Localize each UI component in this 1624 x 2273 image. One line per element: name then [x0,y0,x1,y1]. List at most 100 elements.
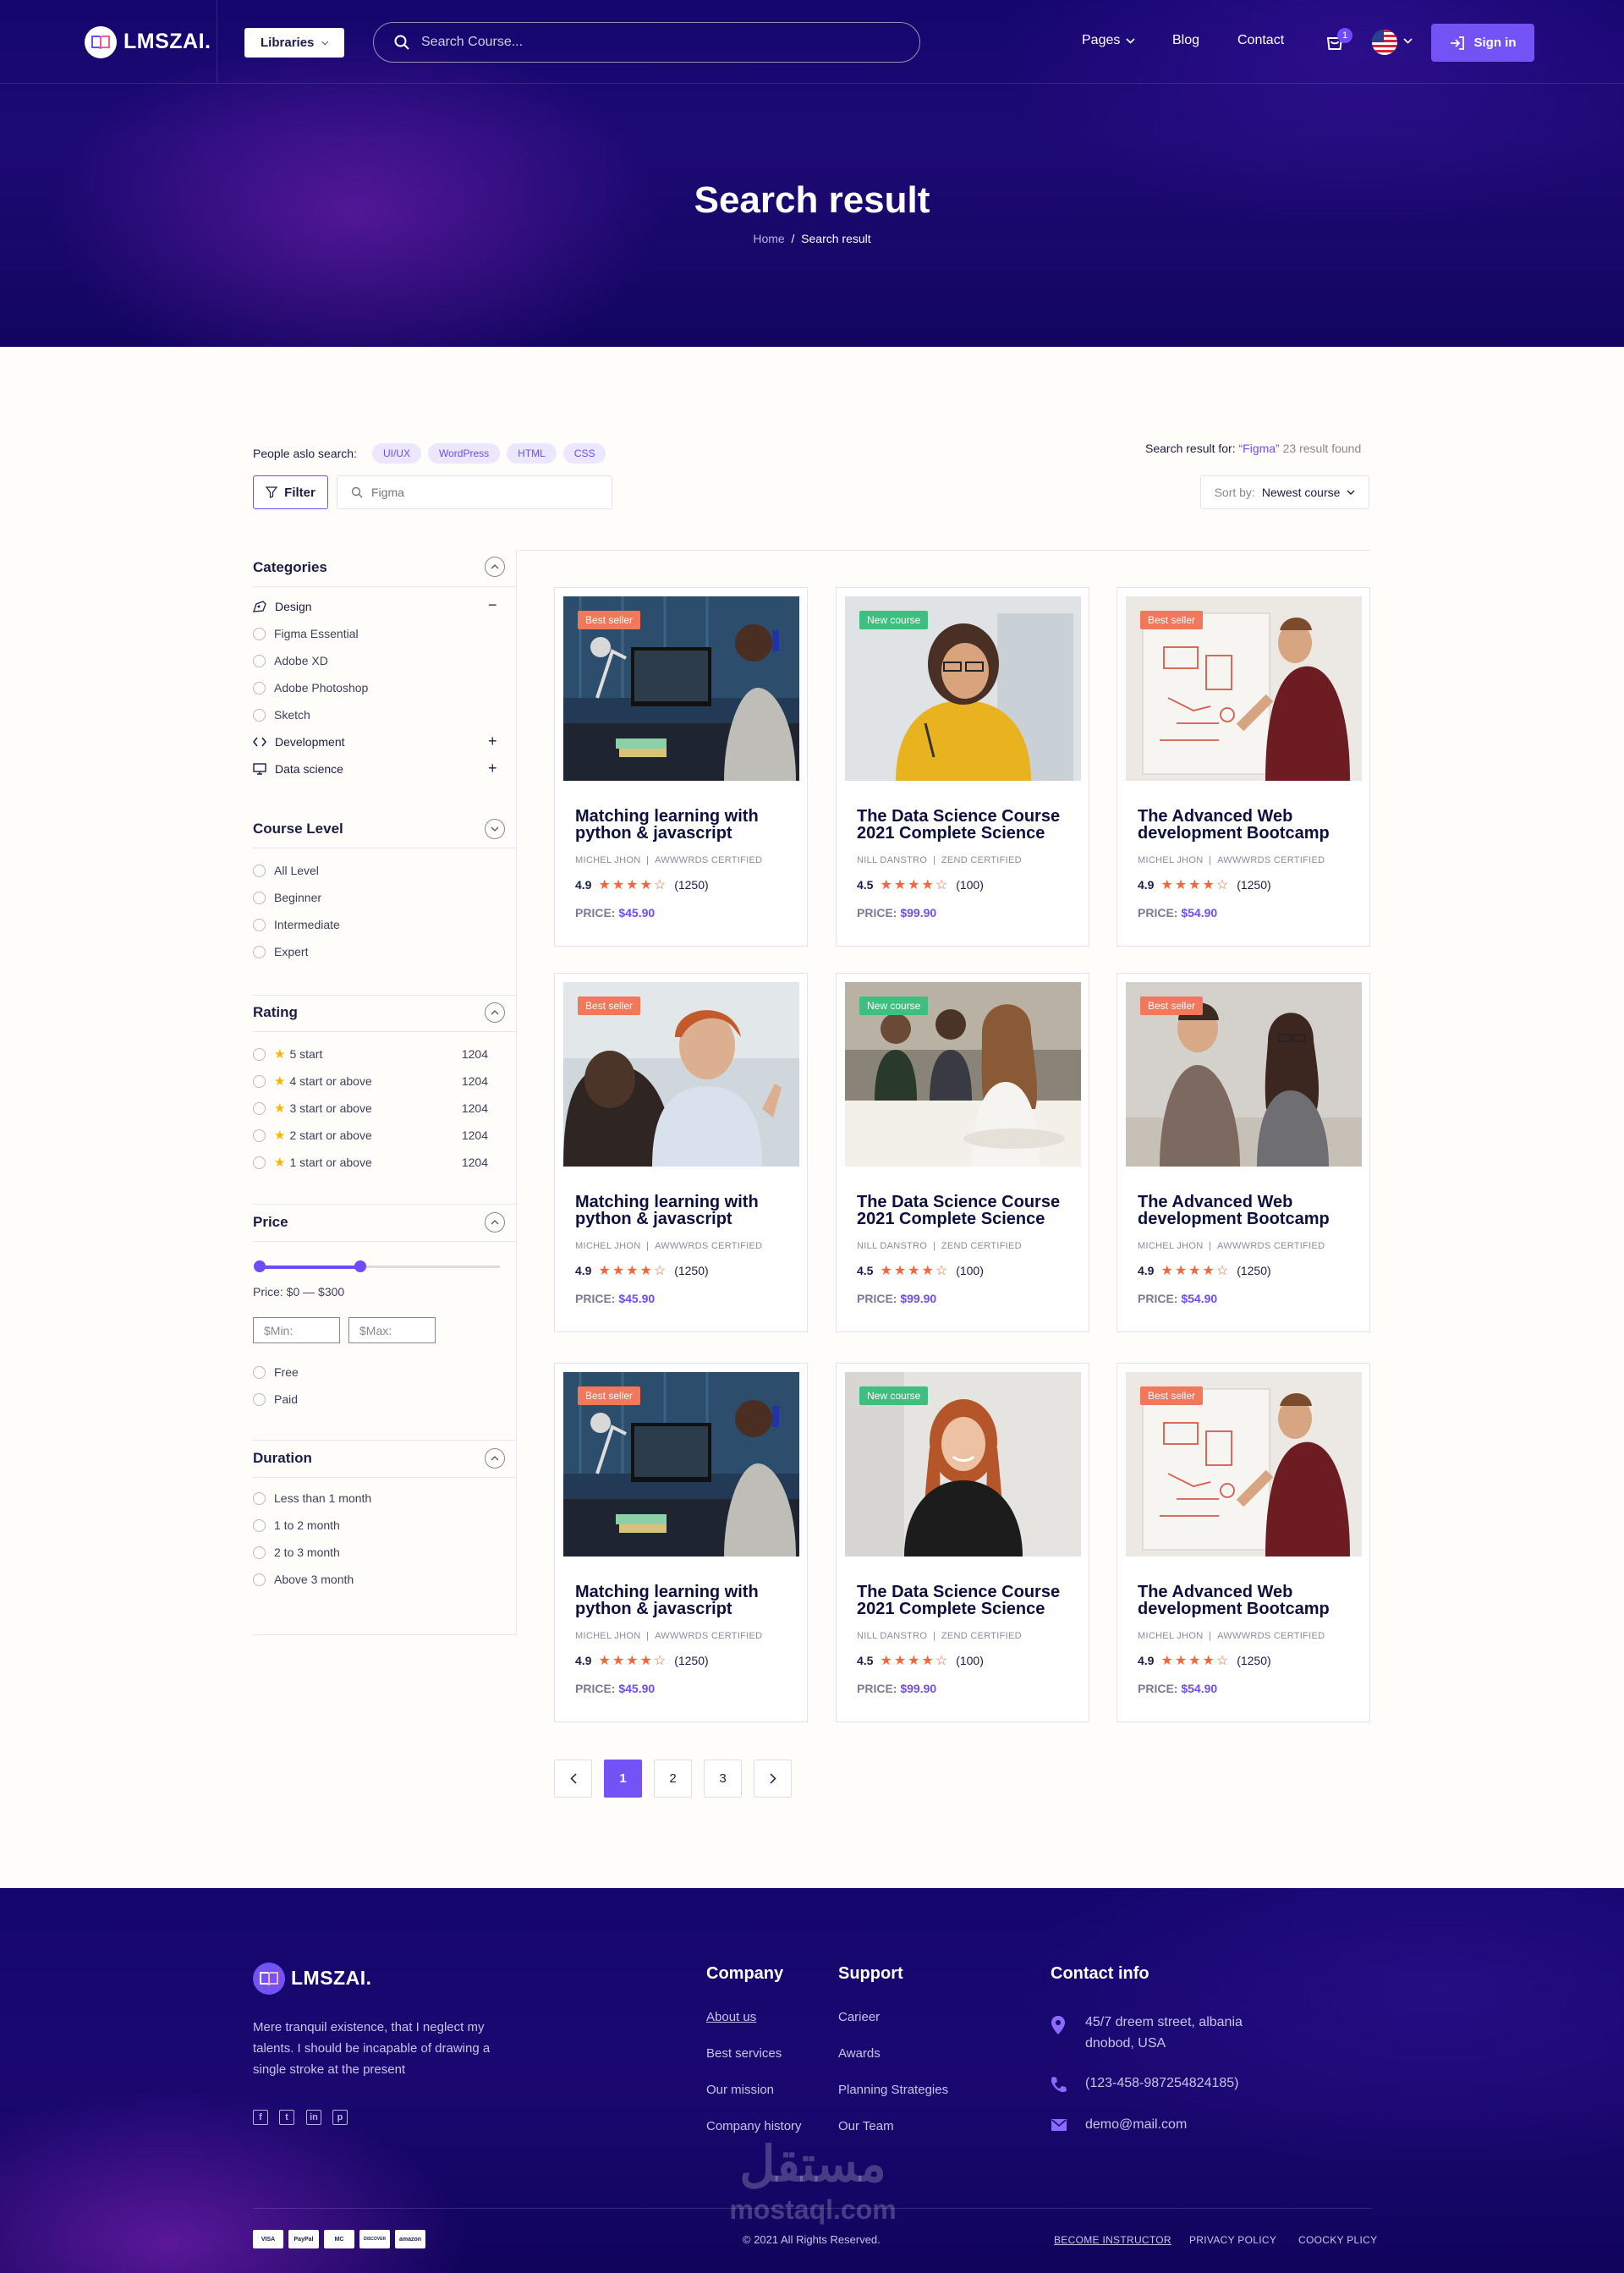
rating-option[interactable]: ★ 5 start 1204 [253,1046,507,1062]
footer-link[interactable]: Company history [706,2119,802,2133]
radio-button[interactable] [253,891,266,904]
course-title[interactable]: The Advanced Web development Bootcamp [1138,808,1358,842]
footer-link[interactable]: Best services [706,2046,782,2061]
radio-button[interactable] [253,1392,266,1406]
filter-button[interactable]: Filter [253,475,328,509]
plus-icon[interactable]: + [488,733,497,750]
radio-button[interactable] [253,681,266,695]
collapse-toggle-icon[interactable] [485,1448,505,1469]
collapse-toggle-icon[interactable] [485,819,505,839]
collapse-toggle-icon[interactable] [485,1002,505,1023]
course-title[interactable]: The Data Science Course 2021 Complete Sc… [857,808,1077,842]
radio-button[interactable] [253,1074,266,1088]
libraries-dropdown[interactable]: Libraries ⌵ [244,28,344,58]
duration-option[interactable]: Above 3 month [253,1573,507,1586]
breadcrumb-home[interactable]: Home [753,232,784,245]
level-option[interactable]: Expert [253,945,507,958]
price-max-input[interactable]: $Max: [348,1317,436,1343]
course-card[interactable]: New course The Data Science Course 2021 C… [836,587,1089,947]
logo-icon[interactable] [85,26,117,58]
prev-page-button[interactable] [554,1760,592,1798]
category-option[interactable]: Sketch [253,708,507,722]
radio-button[interactable] [253,1491,266,1505]
duration-option[interactable]: Less than 1 month [253,1491,507,1505]
radio-button[interactable] [253,654,266,667]
radio-button[interactable] [253,1156,266,1169]
twitter-icon[interactable]: t [279,2110,294,2125]
duration-option[interactable]: 2 to 3 month [253,1546,507,1559]
filter-search-input[interactable] [371,486,524,499]
footer-link[interactable]: Awards [838,2046,881,2061]
price-slider-max-handle[interactable] [354,1260,366,1272]
rating-option[interactable]: ★ 4 start or above 1204 [253,1073,507,1089]
rating-option[interactable]: ★ 1 start or above 1204 [253,1155,507,1170]
category-data-science[interactable]: Data science [253,762,507,776]
course-card[interactable]: Best seller The Advanced Web development … [1116,1363,1370,1722]
tag-pill[interactable]: UI/UX [371,443,421,464]
course-card[interactable]: New course The Data Science Course 2021 C… [836,973,1089,1332]
price-min-input[interactable]: $Min: [253,1317,340,1343]
duration-option[interactable]: 1 to 2 month [253,1518,507,1532]
radio-button[interactable] [253,1573,266,1586]
sign-in-button[interactable]: Sign in [1431,24,1534,62]
level-option[interactable]: Intermediate [253,918,507,931]
tag-pill[interactable]: WordPress [427,443,501,464]
radio-button[interactable] [253,1047,266,1061]
course-title[interactable]: Matching learning with python & javascri… [575,1584,795,1617]
category-option[interactable]: Adobe Photoshop [253,681,507,695]
footer-bottom-link[interactable]: COOCKY PLICY [1298,2234,1377,2246]
us-flag-icon[interactable] [1372,30,1397,55]
course-title[interactable]: The Advanced Web development Bootcamp [1138,1194,1358,1227]
footer-link[interactable]: Our mission [706,2083,774,2097]
radio-button[interactable] [253,918,266,931]
course-card[interactable]: Best seller The Advanced Web development … [1116,587,1370,947]
minus-icon[interactable]: − [488,596,497,614]
course-title[interactable]: The Advanced Web development Bootcamp [1138,1584,1358,1617]
footer-logo-icon[interactable] [253,1963,285,1995]
course-title[interactable]: The Data Science Course 2021 Complete Sc… [857,1584,1077,1617]
radio-button[interactable] [253,1128,266,1142]
tag-pill[interactable]: CSS [562,443,606,464]
category-development[interactable]: Development [253,735,507,749]
level-option[interactable]: All Level [253,864,507,877]
level-option[interactable]: Beginner [253,891,507,904]
radio-button[interactable] [253,1518,266,1532]
course-title[interactable]: Matching learning with python & javascri… [575,1194,795,1227]
radio-button[interactable] [253,708,266,722]
footer-bottom-link[interactable]: BECOME INSTRUCTOR [1054,2234,1171,2246]
course-title[interactable]: The Data Science Course 2021 Complete Sc… [857,1194,1077,1227]
radio-button[interactable] [253,1101,266,1115]
page-button[interactable]: 3 [704,1760,742,1798]
footer-brand[interactable]: LMSZAI. [291,1967,372,1990]
price-option[interactable]: Free [253,1365,507,1379]
course-search-bar[interactable] [373,22,920,63]
category-option[interactable]: Figma Essential [253,627,507,640]
category-option[interactable]: Adobe XD [253,654,507,667]
course-search-input[interactable] [421,35,861,50]
pinterest-icon[interactable]: p [332,2110,348,2125]
facebook-icon[interactable]: f [253,2110,268,2125]
next-page-button[interactable] [754,1760,792,1798]
nav-blog[interactable]: Blog [1172,33,1199,48]
brand-logo[interactable]: LMSZAI. [123,30,211,54]
page-button[interactable]: 2 [654,1760,692,1798]
footer-link[interactable]: Our Team [838,2119,894,2133]
radio-button[interactable] [253,1546,266,1559]
sort-dropdown[interactable]: Sort by: Newest course [1200,475,1369,509]
plus-icon[interactable]: + [488,760,497,777]
nav-pages[interactable]: Pages [1082,33,1135,48]
filter-search-field[interactable] [337,475,612,509]
rating-option[interactable]: ★ 3 start or above 1204 [253,1101,507,1116]
language-chevron-icon[interactable] [1403,38,1413,44]
collapse-toggle-icon[interactable] [485,1212,505,1233]
rating-option[interactable]: ★ 2 start or above 1204 [253,1128,507,1143]
category-design[interactable]: Design [253,600,507,613]
course-card[interactable]: Best seller Matching learning with python… [554,587,808,947]
course-card[interactable]: Best seller Matching learning with python… [554,973,808,1332]
radio-button[interactable] [253,864,266,877]
price-option[interactable]: Paid [253,1392,507,1406]
footer-link[interactable]: Carieer [838,2010,880,2024]
footer-bottom-link[interactable]: PRIVACY POLICY [1189,2234,1276,2246]
collapse-toggle-icon[interactable] [485,557,505,577]
nav-contact[interactable]: Contact [1237,33,1284,48]
